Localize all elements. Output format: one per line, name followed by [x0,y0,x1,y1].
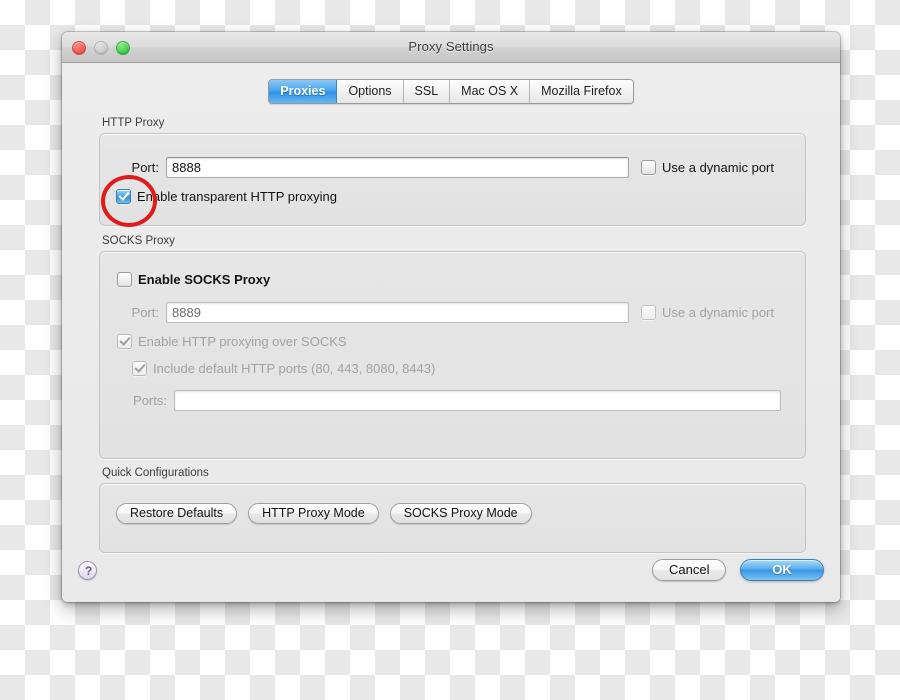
tab-mac-os-x[interactable]: Mac OS X [450,80,531,103]
http-proxy-group-label: HTTP Proxy [102,117,165,129]
tabbar-wrapper: Proxies Options SSL Mac OS X Mozilla Fir… [62,79,840,104]
checkbox-box-icon [641,160,656,175]
checkbox-checked-icon [117,334,132,349]
checkbox-checked-icon [116,189,131,204]
socks-proxy-group-label: SOCKS Proxy [102,235,175,247]
traffic-light-group [72,41,130,55]
socks-port-label: Port: [131,305,159,320]
socks-ports-row: Ports: [114,390,804,411]
http-proxy-mode-button[interactable]: HTTP Proxy Mode [248,503,379,524]
window-titlebar[interactable]: Proxy Settings [62,32,840,63]
socks-port-row: Port: Use a dynamic port [114,302,804,323]
enable-transparent-http-proxying-label: Enable transparent HTTP proxying [137,189,337,204]
checkbox-checked-icon [132,361,147,376]
checkbox-box-icon [641,305,656,320]
socks-port-input[interactable] [166,302,629,323]
socks-http-over-socks-row: Enable HTTP proxying over SOCKS [117,334,347,349]
http-port-input[interactable] [166,157,629,178]
tab-proxies[interactable]: Proxies [269,80,338,103]
socks-ports-label: Ports: [133,393,167,408]
restore-defaults-button[interactable]: Restore Defaults [116,503,238,524]
socks-proxy-mode-button[interactable]: SOCKS Proxy Mode [389,503,532,524]
socks-enable-row: Enable SOCKS Proxy [117,272,270,287]
enable-socks-proxy-label: Enable SOCKS Proxy [138,272,271,287]
tab-options[interactable]: Options [337,80,404,103]
ok-button[interactable]: OK [740,559,824,581]
tab-bar: Proxies Options SSL Mac OS X Mozilla Fir… [268,79,634,104]
close-window-icon[interactable] [72,41,86,55]
enable-transparent-http-proxying-checkbox[interactable]: Enable transparent HTTP proxying [116,189,337,204]
include-default-http-ports-checkbox[interactable]: Include default HTTP ports (80, 443, 808… [132,361,435,376]
window-body: Proxies Options SSL Mac OS X Mozilla Fir… [62,63,840,602]
screenshot-canvas: Proxy Settings Proxies Options SSL Mac O… [0,0,900,700]
proxy-settings-window: Proxy Settings Proxies Options SSL Mac O… [62,32,840,602]
enable-http-proxying-over-socks-label: Enable HTTP proxying over SOCKS [138,334,347,349]
cancel-button[interactable]: Cancel [652,559,727,581]
zoom-window-icon[interactable] [116,41,130,55]
enable-socks-proxy-checkbox[interactable]: Enable SOCKS Proxy [117,272,270,287]
http-dynamic-port-label: Use a dynamic port [662,160,774,175]
help-button[interactable]: ? [78,561,97,580]
minimize-window-icon[interactable] [94,41,108,55]
window-title: Proxy Settings [408,39,494,54]
http-proxy-group [99,133,806,226]
quick-configurations-group-label: Quick Configurations [102,467,209,479]
tab-ssl[interactable]: SSL [403,80,451,103]
socks-ports-input[interactable] [174,390,781,411]
socks-dynamic-port-checkbox[interactable]: Use a dynamic port [641,305,774,320]
include-default-http-ports-label: Include default HTTP ports (80, 443, 808… [153,361,436,376]
http-dynamic-port-checkbox[interactable]: Use a dynamic port [641,160,774,175]
checkbox-box-icon [117,272,132,287]
http-port-row: Port: Use a dynamic port [114,157,804,178]
enable-http-proxying-over-socks-checkbox[interactable]: Enable HTTP proxying over SOCKS [117,334,347,349]
quick-configurations-buttons: Restore Defaults HTTP Proxy Mode SOCKS P… [116,503,532,524]
http-transparent-row: Enable transparent HTTP proxying [116,189,337,204]
http-port-label: Port: [131,160,159,175]
socks-default-ports-row: Include default HTTP ports (80, 443, 808… [132,361,435,376]
socks-dynamic-port-label: Use a dynamic port [662,305,774,320]
tab-mozilla-firefox[interactable]: Mozilla Firefox [530,80,633,103]
